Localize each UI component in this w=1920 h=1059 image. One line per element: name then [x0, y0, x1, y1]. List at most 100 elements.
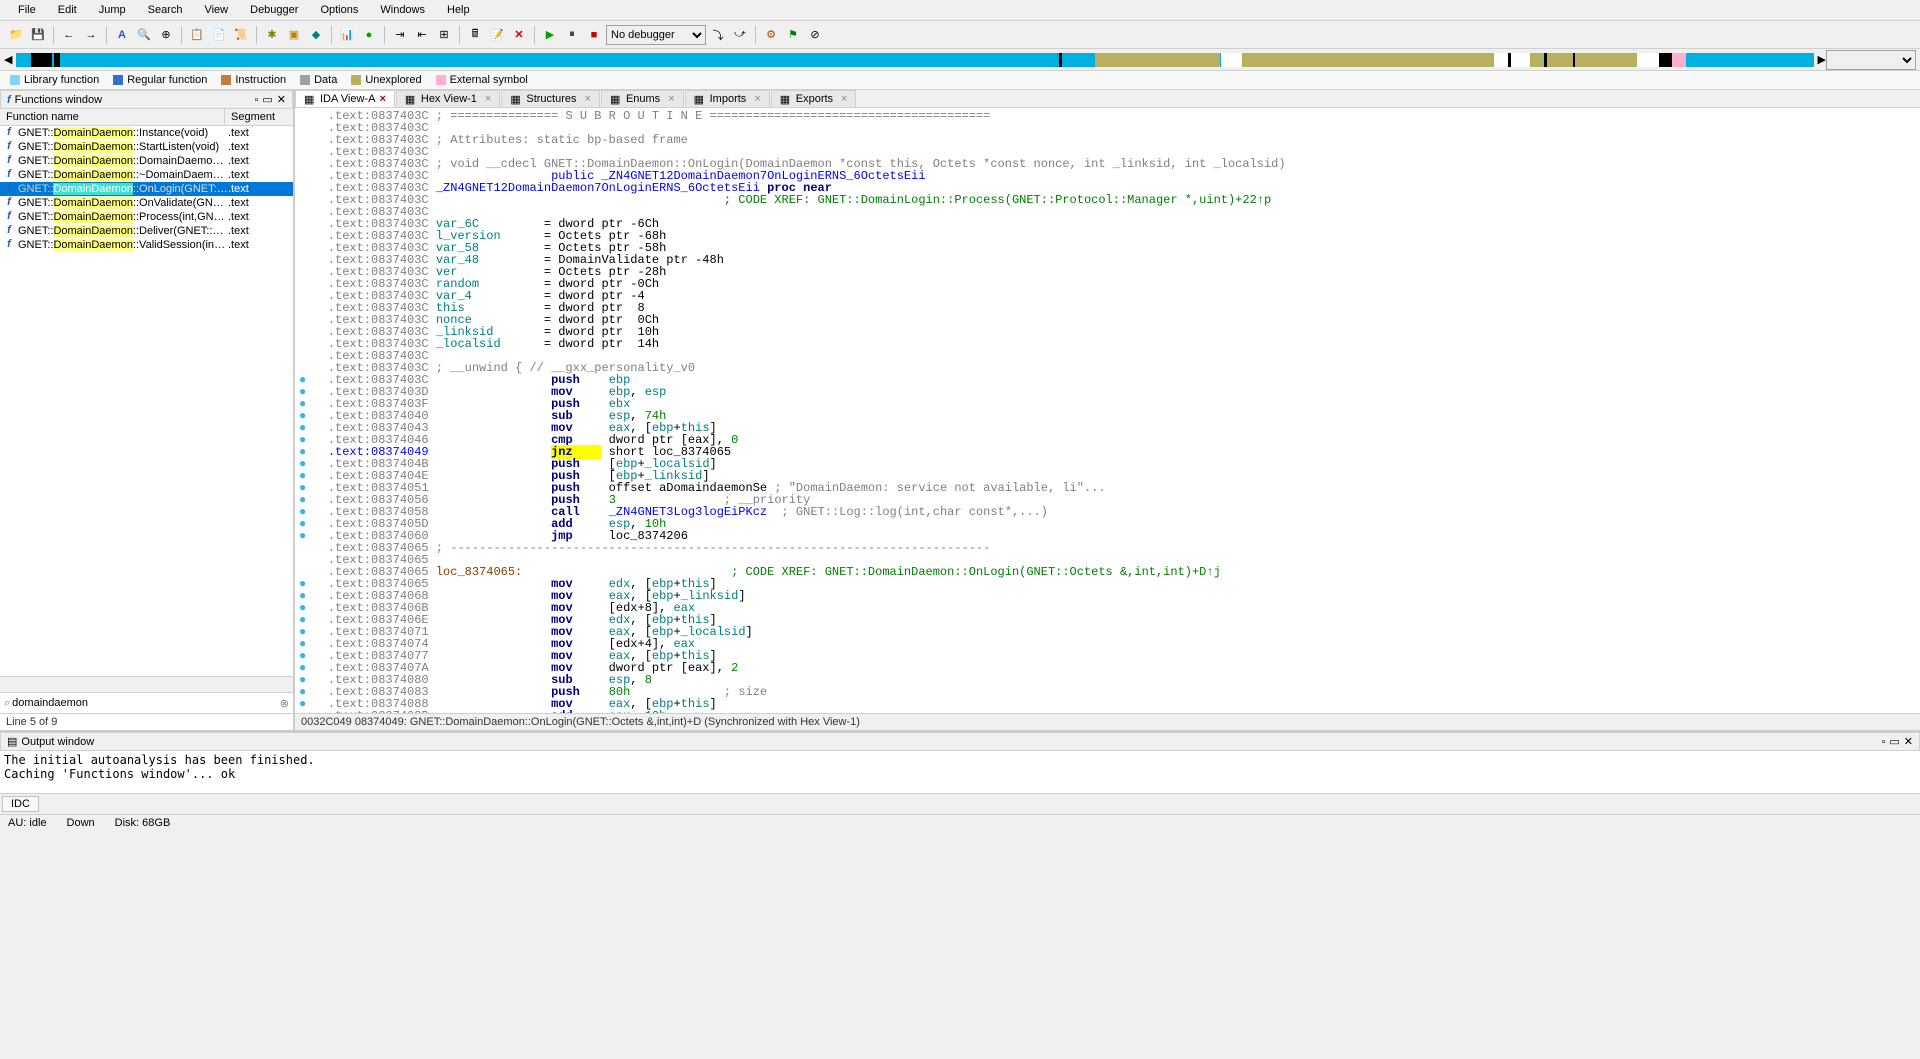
view-tabs: ▦IDA View-A×▦Hex View-1×▦Structures×▦Enu…: [295, 90, 1920, 108]
tab-close-icon[interactable]: ×: [379, 93, 385, 105]
tab-imports[interactable]: ▦Imports×: [685, 90, 770, 107]
asm-line[interactable]: .text:0837403C _localsid = dword ptr 14h: [299, 338, 1916, 350]
func-icon: f: [2, 140, 16, 152]
function-name: GNET::DomainDaemon::DomainDaemon(void): [18, 154, 228, 168]
tab-structures[interactable]: ▦Structures×: [501, 90, 600, 107]
asm-line[interactable]: .text:08374065 ; -----------------------…: [299, 542, 1916, 554]
menu-help[interactable]: Help: [437, 2, 480, 18]
function-row[interactable]: fGNET::DomainDaemon::~DomainDaemon().tex…: [0, 168, 293, 182]
nav-strip[interactable]: [16, 53, 1813, 67]
calc-icon[interactable]: 🖩: [465, 25, 485, 45]
close-icon[interactable]: ✕: [1904, 735, 1913, 748]
function-name: GNET::DomainDaemon::Instance(void): [18, 126, 228, 140]
step-over-icon[interactable]: ⤻: [730, 25, 750, 45]
disassembly-view[interactable]: .text:0837403C ; =============== S U B R…: [295, 108, 1920, 713]
copy-icon[interactable]: 📋: [187, 25, 207, 45]
function-name: GNET::DomainDaemon::Process(int,GNET::Do…: [18, 210, 228, 224]
tab-ida-view-a[interactable]: ▦IDA View-A×: [295, 90, 395, 107]
menu-options[interactable]: Options: [310, 2, 368, 18]
notepad-icon[interactable]: 📝: [487, 25, 507, 45]
text-icon[interactable]: A: [112, 25, 132, 45]
tab-hex-view-1[interactable]: ▦Hex View-1×: [396, 90, 500, 107]
function-segment: .text: [228, 154, 291, 168]
unk-icon[interactable]: ◆: [306, 25, 326, 45]
function-row[interactable]: fGNET::DomainDaemon::Instance(void).text: [0, 126, 293, 140]
play-green-icon[interactable]: ●: [359, 25, 379, 45]
nav-right-icon[interactable]: ▶: [1818, 53, 1826, 66]
forward-icon[interactable]: →: [81, 25, 101, 45]
debugger-select[interactable]: No debugger: [606, 25, 706, 45]
script-icon[interactable]: 📜: [231, 25, 251, 45]
clear-search-icon[interactable]: ⊗: [280, 697, 289, 710]
stop-icon[interactable]: ■: [584, 25, 604, 45]
back-icon[interactable]: ←: [59, 25, 79, 45]
col-function-name[interactable]: Function name: [0, 109, 225, 125]
tab-icon: ▦: [304, 93, 316, 105]
tab-enums[interactable]: ▦Enums×: [601, 90, 684, 107]
restore-icon[interactable]: ▭: [262, 93, 272, 106]
nav-zoom-select[interactable]: [1826, 50, 1916, 70]
function-row[interactable]: fGNET::DomainDaemon::OnLogin(GNET::Octet…: [0, 182, 293, 196]
function-row[interactable]: fGNET::DomainDaemon::StartListen(void).t…: [0, 140, 293, 154]
legend-item: Instruction: [221, 74, 286, 86]
col-segment[interactable]: Segment: [225, 109, 293, 125]
h-scrollbar[interactable]: [0, 676, 293, 692]
close-icon[interactable]: ✕: [277, 93, 286, 106]
xref-from-icon[interactable]: ⇤: [412, 25, 432, 45]
idc-button[interactable]: IDC: [2, 796, 39, 812]
function-name: GNET::DomainDaemon::OnValidate(GNET::Oct…: [18, 196, 228, 210]
functions-panel: f Functions window ▫ ▭ ✕ Function name S…: [0, 90, 295, 730]
functions-list[interactable]: fGNET::DomainDaemon::Instance(void).text…: [0, 126, 293, 676]
output-panel: ▤ Output window ▫ ▭ ✕ The initial autoan…: [0, 730, 1920, 814]
graph-icon[interactable]: ⊞: [434, 25, 454, 45]
asm-line[interactable]: .text:0837403C ; =============== S U B R…: [299, 110, 1916, 122]
menu-file[interactable]: File: [8, 2, 46, 18]
plugin2-icon[interactable]: ⚑: [783, 25, 803, 45]
xref-to-icon[interactable]: ⇥: [390, 25, 410, 45]
menu-search[interactable]: Search: [138, 2, 193, 18]
function-name: GNET::DomainDaemon::~DomainDaemon(): [18, 168, 228, 182]
legend-item: Data: [300, 74, 337, 86]
menu-view[interactable]: View: [194, 2, 238, 18]
open-icon[interactable]: 📁: [6, 25, 26, 45]
functions-header: Function name Segment: [0, 109, 293, 126]
status-down: Down: [67, 817, 95, 829]
code-icon[interactable]: ✱: [262, 25, 282, 45]
function-name: GNET::DomainDaemon::StartListen(void): [18, 140, 228, 154]
minimize-icon[interactable]: ▫: [254, 94, 258, 106]
pause-icon[interactable]: ⏸: [562, 25, 582, 45]
output-body[interactable]: The initial autoanalysis has been finish…: [0, 751, 1920, 793]
data-icon[interactable]: ▣: [284, 25, 304, 45]
search-input[interactable]: [10, 695, 280, 711]
func-icon: f: [2, 168, 16, 180]
menu-debugger[interactable]: Debugger: [240, 2, 308, 18]
menu-windows[interactable]: Windows: [370, 2, 435, 18]
navigation-bar: ◀ ▶: [0, 49, 1920, 71]
restore-icon[interactable]: ▭: [1889, 735, 1899, 748]
color-legend: Library functionRegular functionInstruct…: [0, 71, 1920, 90]
binary-icon[interactable]: 🔍: [134, 25, 154, 45]
function-row[interactable]: fGNET::DomainDaemon::DomainDaemon(void).…: [0, 154, 293, 168]
run-icon[interactable]: ▶: [540, 25, 560, 45]
save-icon[interactable]: 💾: [28, 25, 48, 45]
function-row[interactable]: fGNET::DomainDaemon::Process(int,GNET::D…: [0, 210, 293, 224]
menu-edit[interactable]: Edit: [48, 2, 87, 18]
imm-icon[interactable]: ⊕: [156, 25, 176, 45]
minimize-icon[interactable]: ▫: [1881, 736, 1885, 748]
functions-title: Functions window: [15, 94, 102, 106]
plugin3-icon[interactable]: ⊘: [805, 25, 825, 45]
function-row[interactable]: fGNET::DomainDaemon::Deliver(GNET::Domai…: [0, 224, 293, 238]
plugin1-icon[interactable]: ⚙: [761, 25, 781, 45]
function-row[interactable]: fGNET::DomainDaemon::OnValidate(GNET::Oc…: [0, 196, 293, 210]
tab-exports[interactable]: ▦Exports×: [771, 90, 857, 107]
step-into-icon[interactable]: ⤵: [708, 25, 728, 45]
paste-icon[interactable]: 📄: [209, 25, 229, 45]
asm-line[interactable]: ● .text:0837408B add eax, 10h: [299, 710, 1916, 713]
asm-line[interactable]: .text:0837403C ; Attributes: static bp-b…: [299, 134, 1916, 146]
function-row[interactable]: fGNET::DomainDaemon::ValidSession(int,in…: [0, 238, 293, 252]
chart-icon[interactable]: 📊: [337, 25, 357, 45]
asm-line[interactable]: .text:0837403C ; CODE XREF: GNET::Domain…: [299, 194, 1916, 206]
menu-jump[interactable]: Jump: [89, 2, 136, 18]
cancel-icon[interactable]: ✕: [509, 25, 529, 45]
nav-left-icon[interactable]: ◀: [4, 53, 12, 66]
